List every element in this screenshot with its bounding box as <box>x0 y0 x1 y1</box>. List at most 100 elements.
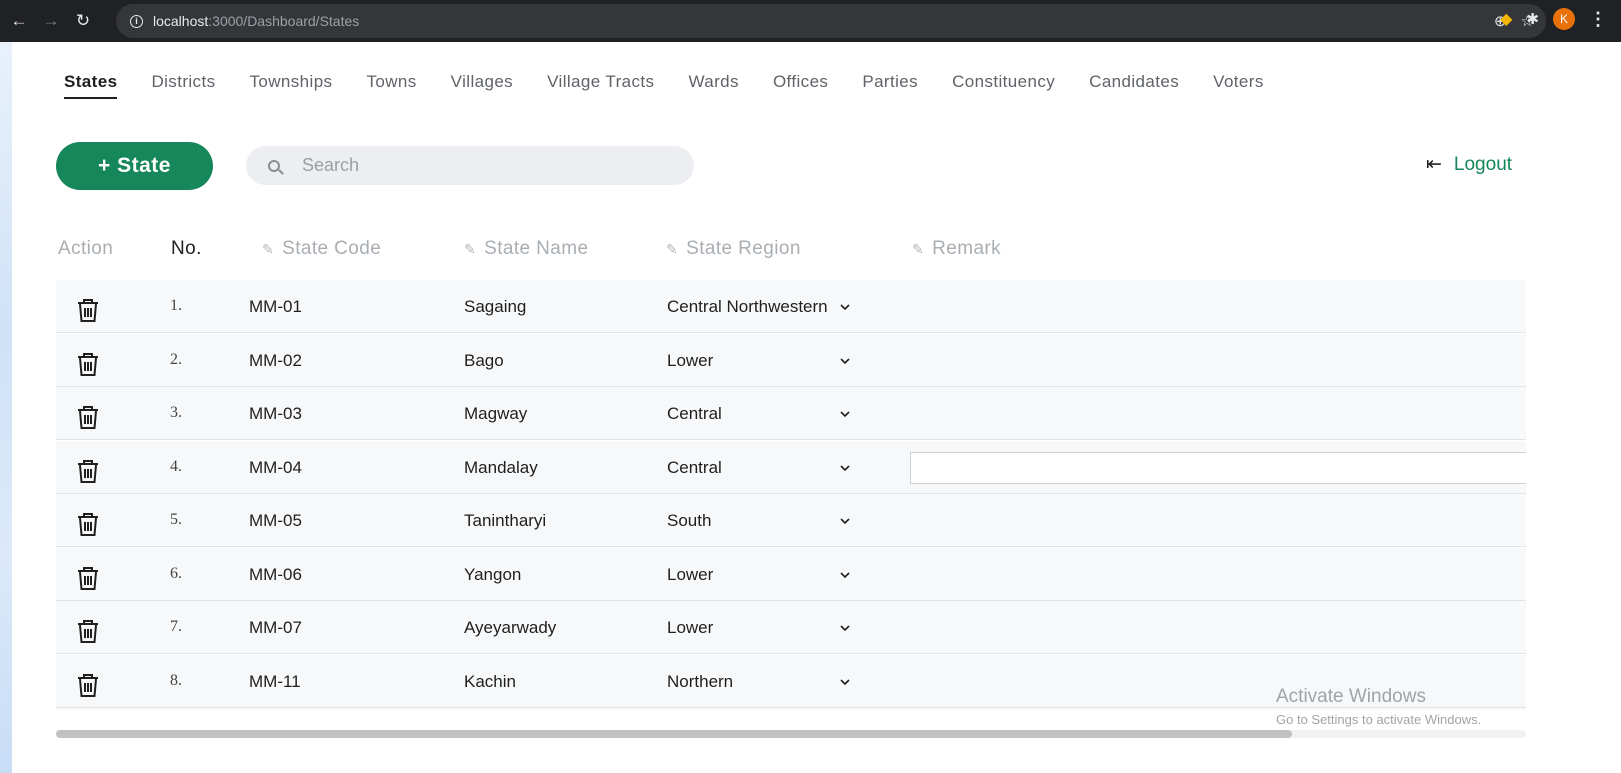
tab-offices[interactable]: Offices <box>773 66 828 99</box>
chevron-down-icon[interactable] <box>840 458 850 471</box>
scrollbar-thumb[interactable] <box>56 730 1292 738</box>
header-remark[interactable]: ✎ Remark <box>912 238 1001 260</box>
url-path: :3000/Dashboard/States <box>208 13 360 29</box>
tab-wards[interactable]: Wards <box>688 66 739 99</box>
row-state-name[interactable]: Bago <box>464 351 504 371</box>
tab-townships[interactable]: Townships <box>249 66 332 99</box>
profile-avatar[interactable]: K <box>1553 8 1575 30</box>
row-state-code[interactable]: MM-07 <box>249 618 302 638</box>
address-bar[interactable]: i localhost:3000/Dashboard/States ⊕ ☆ <box>116 4 1546 38</box>
tab-states[interactable]: States <box>64 66 118 99</box>
edit-pencil-icon: ✎ <box>912 241 925 257</box>
row-state-name[interactable]: Tanintharyi <box>464 511 546 531</box>
site-info-icon[interactable]: i <box>130 14 143 28</box>
chevron-down-icon[interactable] <box>840 618 850 632</box>
url-host: localhost <box>153 13 209 29</box>
trash-icon[interactable] <box>76 351 100 377</box>
table-row: 1. MM-01 Sagaing Central Northwestern <box>56 280 1526 333</box>
row-number: 8. <box>170 671 182 689</box>
row-state-code[interactable]: MM-03 <box>249 404 302 424</box>
trash-icon[interactable] <box>76 458 100 484</box>
logout-button[interactable]: ⇤ Logout <box>1426 153 1512 176</box>
header-state-code[interactable]: ✎ State Code <box>262 238 381 260</box>
row-number: 7. <box>170 618 182 635</box>
row-state-region-select[interactable]: Central <box>667 404 722 424</box>
browser-toolbar: ← → ↻ i localhost:3000/Dashboard/States … <box>0 0 1621 42</box>
row-state-code[interactable]: MM-02 <box>249 351 302 371</box>
edit-pencil-icon: ✎ <box>262 241 275 257</box>
row-state-region-select[interactable]: Lower <box>667 618 713 638</box>
logout-label: Logout <box>1453 153 1513 175</box>
row-state-name[interactable]: Ayeyarwady <box>464 618 556 638</box>
row-state-code[interactable]: MM-01 <box>249 297 302 317</box>
header-state-name[interactable]: ✎ State Name <box>464 238 588 260</box>
reload-icon[interactable]: ↻ <box>70 8 96 34</box>
tab-voters[interactable]: Voters <box>1213 66 1264 99</box>
row-state-region-select[interactable]: Northern <box>667 672 733 692</box>
back-arrow-icon[interactable]: ← <box>6 8 32 34</box>
row-state-code[interactable]: MM-11 <box>249 672 301 692</box>
activate-windows-watermark: Activate Windows Go to Settings to activ… <box>1276 686 1481 727</box>
row-state-code[interactable]: MM-04 <box>249 458 302 478</box>
extensions-puzzle-icon[interactable]: ✱ <box>1526 10 1539 28</box>
row-number: 3. <box>170 404 182 421</box>
trash-icon[interactable] <box>76 672 100 698</box>
row-state-name[interactable]: Magway <box>464 404 527 424</box>
search-input[interactable] <box>302 155 662 176</box>
tab-village-tracts[interactable]: Village Tracts <box>547 66 654 99</box>
row-state-region-select[interactable]: South <box>667 511 711 531</box>
row-state-region-select[interactable]: Lower <box>667 565 713 585</box>
watermark-title: Activate Windows <box>1276 686 1426 707</box>
header-state-code-label: State Code <box>282 238 382 259</box>
table-row: 7. MM-07 Ayeyarwady Lower <box>56 601 1526 654</box>
tab-villages[interactable]: Villages <box>451 66 513 99</box>
row-state-name[interactable]: Mandalay <box>464 458 538 478</box>
window-edge-strip <box>0 42 12 773</box>
browser-menu-icon[interactable]: ⋮ <box>1589 9 1607 30</box>
tab-districts[interactable]: Districts <box>151 66 215 99</box>
row-state-name[interactable]: Yangon <box>464 565 521 585</box>
remark-input[interactable] <box>910 451 1526 484</box>
row-state-region-select[interactable]: Lower <box>667 351 713 371</box>
tab-towns[interactable]: Towns <box>366 66 416 99</box>
trash-icon[interactable] <box>76 618 100 644</box>
add-state-button[interactable]: + State <box>56 142 213 190</box>
extension-color-icon[interactable]: ◆ <box>1500 9 1512 29</box>
trash-icon[interactable] <box>76 511 100 537</box>
watermark-subtitle: Go to Settings to activate Windows. <box>1276 712 1482 727</box>
edit-pencil-icon: ✎ <box>666 241 679 257</box>
trash-icon[interactable] <box>76 404 100 430</box>
horizontal-scrollbar[interactable] <box>56 730 1526 738</box>
chevron-down-icon[interactable] <box>840 565 850 578</box>
tab-parties[interactable]: Parties <box>862 66 918 99</box>
chevron-down-icon[interactable] <box>840 511 850 525</box>
search-box[interactable] <box>246 146 694 185</box>
row-state-code[interactable]: MM-05 <box>249 511 302 531</box>
chevron-down-icon[interactable] <box>840 297 850 311</box>
row-number: 4. <box>170 457 182 475</box>
row-state-name[interactable]: Sagaing <box>464 297 526 317</box>
table-header: Action No. ✎ State Code ✎ State Name ✎ Stat… <box>56 236 1526 266</box>
row-state-region-select[interactable]: Central <box>667 458 722 478</box>
tab-constituency[interactable]: Constituency <box>952 66 1055 99</box>
chevron-down-icon[interactable] <box>840 351 850 364</box>
trash-icon[interactable] <box>76 297 100 323</box>
row-number: 6. <box>170 564 182 582</box>
forward-arrow-icon[interactable]: → <box>38 8 64 34</box>
edit-pencil-icon: ✎ <box>464 241 477 257</box>
row-state-region-select[interactable]: Central Northwestern <box>667 297 828 317</box>
chevron-down-icon[interactable] <box>840 404 850 418</box>
row-number: 1. <box>170 297 182 314</box>
chevron-down-icon[interactable] <box>840 672 850 685</box>
tab-candidates[interactable]: Candidates <box>1089 66 1179 99</box>
row-number: 2. <box>170 350 182 368</box>
trash-icon[interactable] <box>76 565 100 591</box>
row-state-code[interactable]: MM-06 <box>249 565 302 585</box>
table-body: 1. MM-01 Sagaing Central Northwestern 2. MM-0… <box>56 280 1526 710</box>
header-state-region[interactable]: ✎ State Region <box>666 238 801 260</box>
entity-tabs: States Districts Townships Towns Villages Vil… <box>64 66 1298 99</box>
table-row: 4. MM-04 Mandalay Central <box>56 440 1526 494</box>
table-row: 5. MM-05 Tanintharyi South <box>56 494 1526 547</box>
header-remark-label: Remark <box>932 238 1002 259</box>
row-state-name[interactable]: Kachin <box>464 672 516 692</box>
